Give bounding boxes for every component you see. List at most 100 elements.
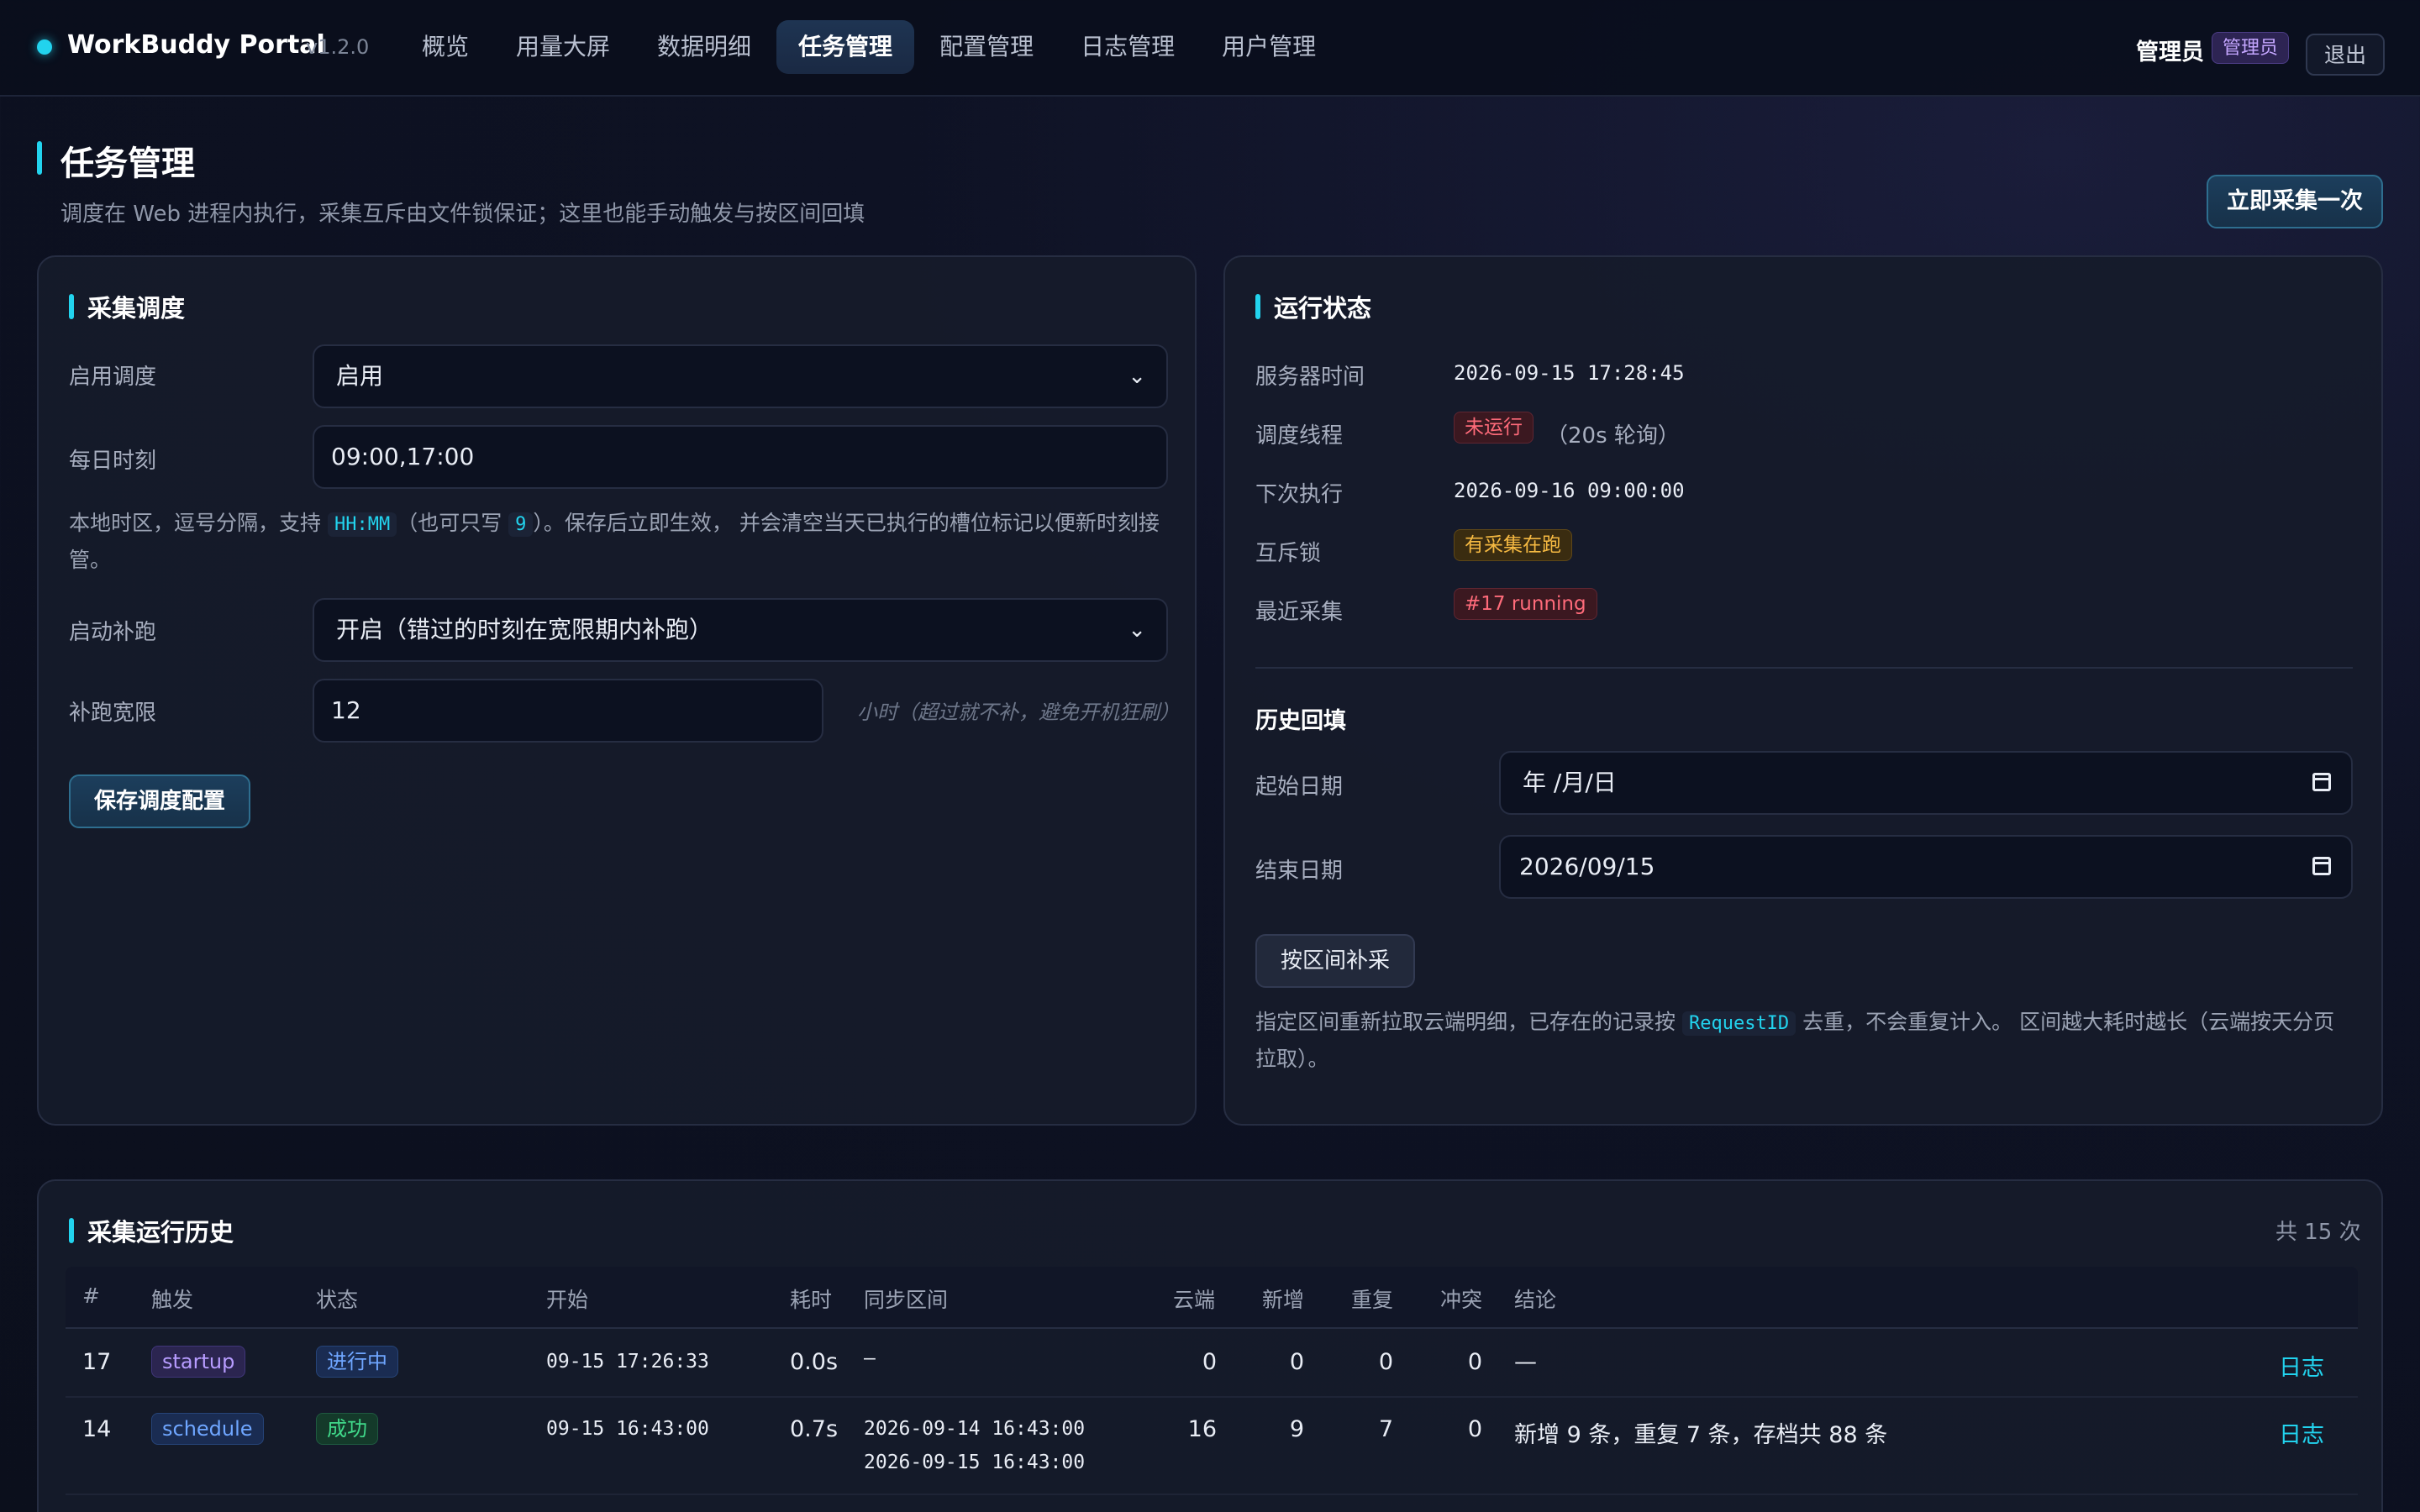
- page-title: 任务管理: [60, 144, 195, 183]
- row-duration: 0.0s: [790, 1349, 839, 1375]
- backfill-hint: 指定区间重新拉取云端明细，已存在的记录按 RequestID 去重，不会重复计入…: [1255, 1005, 2353, 1077]
- daily-times-input[interactable]: 09:00,17:00: [313, 425, 1168, 489]
- col-cloud: 云端: [1173, 1288, 1216, 1312]
- col-trigger: 触发: [151, 1288, 194, 1312]
- grace-label: 补跑宽限: [69, 701, 157, 726]
- thread-status-badge: 未运行: [1454, 412, 1534, 444]
- row-result: 新增 9 条，重复 7 条，存档共 88 条: [1514, 1422, 1888, 1448]
- card-title-accent: [69, 1218, 74, 1243]
- logout-button[interactable]: 退出: [2306, 34, 2385, 76]
- current-user-name: 管理员: [2136, 39, 2204, 66]
- hint-text: （也可只写: [397, 511, 502, 535]
- hint-code-hhmm: HH:MM: [327, 512, 397, 537]
- app-version: v1.2.0: [306, 35, 370, 59]
- next-run-label: 下次执行: [1255, 482, 1344, 507]
- trigger-badge: schedule: [151, 1413, 264, 1445]
- row-new-count: 9: [1289, 1416, 1304, 1442]
- page-subtitle: 调度在 Web 进程内执行，采集互斥由文件锁保证；这里也能手动触发与按区间回填: [60, 202, 865, 227]
- enable-schedule-value: 启用: [336, 362, 384, 390]
- catchup-value: 开启（错过的时刻在宽限期内补跑）: [336, 616, 713, 643]
- row-log-link[interactable]: 日志: [2279, 1416, 2324, 1449]
- collect-now-button[interactable]: 立即采集一次: [2207, 175, 2383, 228]
- col-id: #: [82, 1284, 100, 1308]
- chevron-down-icon: ⌄: [1128, 617, 1146, 643]
- col-result: 结论: [1514, 1288, 1557, 1312]
- nav-config-management[interactable]: 配置管理: [918, 20, 1055, 74]
- save-schedule-button[interactable]: 保存调度配置: [69, 774, 251, 828]
- hint-code-9: 9: [508, 512, 534, 537]
- backfill-title: 历史回填: [1255, 708, 1346, 734]
- server-time-value: 2026-09-15 17:28:45: [1454, 361, 1685, 385]
- nav-user-management[interactable]: 用户管理: [1200, 20, 1338, 74]
- card-title-accent: [69, 294, 74, 319]
- col-duration: 耗时: [790, 1288, 833, 1312]
- row-id: 14: [82, 1416, 112, 1442]
- col-new: 新增: [1262, 1288, 1305, 1312]
- nav-log-management[interactable]: 日志管理: [1059, 20, 1197, 74]
- mutex-lock-badge: 有采集在跑: [1454, 529, 1572, 561]
- brand-name[interactable]: WorkBuddy Portal: [67, 30, 325, 60]
- start-date-label: 起始日期: [1255, 774, 1344, 800]
- nav-overview[interactable]: 概览: [400, 20, 491, 74]
- thread-label: 调度线程: [1255, 423, 1344, 449]
- start-date-value: 年 /月/日: [1523, 769, 1617, 796]
- row-new-count: 0: [1289, 1349, 1304, 1375]
- nav-usage-dashboard[interactable]: 用量大屏: [494, 20, 632, 74]
- catchup-select[interactable]: 开启（错过的时刻在宽限期内补跑） ⌄: [313, 598, 1168, 662]
- mutex-lock-label: 互斥锁: [1255, 541, 1322, 566]
- row-sync-range: –: [864, 1347, 876, 1369]
- col-status: 状态: [316, 1288, 359, 1312]
- row-conflict-count: 0: [1467, 1416, 1482, 1442]
- daily-times-label: 每日时刻: [69, 449, 157, 474]
- status-card: 运行状态 服务器时间 2026-09-15 17:28:45 调度线程 未运行 …: [1223, 255, 2383, 1126]
- main-nav: 概览 用量大屏 数据明细 任务管理 配置管理 日志管理 用户管理: [400, 20, 1338, 74]
- col-conflict: 冲突: [1440, 1288, 1483, 1312]
- col-start: 开始: [546, 1288, 589, 1312]
- row-cloud-count: 16: [1187, 1416, 1217, 1442]
- row-duration: 0.7s: [790, 1416, 839, 1442]
- calendar-icon[interactable]: [2312, 773, 2331, 791]
- enable-schedule-select[interactable]: 启用 ⌄: [313, 344, 1168, 408]
- brand-logo-dot: [37, 39, 52, 55]
- calendar-icon[interactable]: [2312, 857, 2331, 875]
- row-log-link[interactable]: 日志: [2279, 1349, 2324, 1382]
- hint-code-requestid: RequestID: [1681, 1011, 1797, 1036]
- grace-hint: 小时（超过就不补，避免开机狂刷）: [857, 701, 1180, 724]
- row-cloud-count: 0: [1202, 1349, 1217, 1375]
- row-divider: [66, 1494, 2358, 1495]
- end-date-input[interactable]: 2026/09/15: [1499, 835, 2353, 899]
- backfill-range-button[interactable]: 按区间补采: [1255, 934, 1416, 988]
- end-date-label: 结束日期: [1255, 858, 1344, 884]
- schedule-card-title: 采集调度: [87, 294, 186, 323]
- row-duplicate-count: 0: [1378, 1349, 1393, 1375]
- nav-task-management[interactable]: 任务管理: [776, 20, 915, 74]
- col-sync-range: 同步区间: [864, 1288, 949, 1312]
- last-collect-badge: #17 running: [1454, 588, 1597, 620]
- row-sync-range-start: 2026-09-14 16:43:00: [864, 1418, 1086, 1440]
- hint-text: 本地时区，逗号分隔，支持: [69, 511, 322, 535]
- row-result: —: [1514, 1349, 1537, 1375]
- status-card-title: 运行状态: [1274, 294, 1372, 323]
- col-duplicate: 重复: [1351, 1288, 1394, 1312]
- section-divider: [1255, 667, 2353, 669]
- catchup-label: 启动补跑: [69, 620, 157, 645]
- row-duplicate-count: 7: [1378, 1416, 1393, 1442]
- server-time-label: 服务器时间: [1255, 365, 1365, 390]
- nav-data-details[interactable]: 数据明细: [635, 20, 773, 74]
- history-card-title: 采集运行历史: [87, 1218, 234, 1247]
- row-start-time: 09-15 17:26:33: [546, 1351, 709, 1373]
- row-start-time: 09-15 16:43:00: [546, 1418, 709, 1440]
- user-role-badge: 管理员: [2212, 32, 2290, 64]
- card-title-accent: [1255, 294, 1260, 319]
- page-title-accent: [37, 141, 42, 175]
- grace-hours-input[interactable]: 12: [313, 679, 823, 743]
- enable-schedule-label: 启用调度: [69, 365, 157, 390]
- hint-text: 指定区间重新拉取云端明细，已存在的记录按: [1255, 1010, 1676, 1034]
- daily-times-hint: 本地时区，逗号分隔，支持 HH:MM （也可只写 9 ）。保存后立即生效， 并会清空…: [69, 506, 1170, 578]
- status-badge: 成功: [316, 1413, 378, 1445]
- schedule-card: 采集调度 启用调度 启用 ⌄ 每日时刻 09:00,17:00 本地时区，逗号分…: [37, 255, 1197, 1126]
- status-badge: 进行中: [316, 1346, 398, 1378]
- start-date-input[interactable]: 年 /月/日: [1499, 751, 2353, 815]
- row-conflict-count: 0: [1467, 1349, 1482, 1375]
- row-id: 17: [82, 1349, 112, 1375]
